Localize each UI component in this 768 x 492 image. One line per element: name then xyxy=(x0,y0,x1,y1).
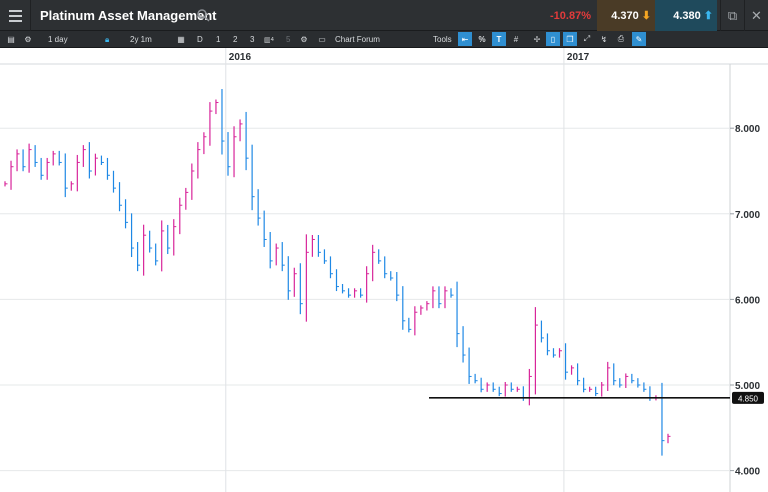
title-bar: Platinum Asset Management -10.87% 4.370 ⬇… xyxy=(0,0,768,31)
candle-tool-icon[interactable]: ▯ xyxy=(546,32,560,46)
change-percent: -10.87% xyxy=(550,9,591,22)
y-tick-label: 5.000 xyxy=(735,381,760,392)
tools-label: Tools xyxy=(433,35,452,44)
period-3-button[interactable]: 3 xyxy=(250,31,254,48)
y-tick-label: 6.000 xyxy=(735,295,760,306)
close-icon[interactable]: ✕ xyxy=(744,0,768,31)
search-icon[interactable] xyxy=(196,8,210,22)
annotate-icon[interactable]: ↯ xyxy=(597,32,611,46)
chart-forum-button[interactable]: Chart Forum xyxy=(335,31,380,48)
period-1-button[interactable]: 1 xyxy=(216,31,220,48)
chart-toolbar: ▤ ⚙ 1 day 🔒︎ 2y 1m ▦ D 1 2 3 ▥ 4 5 ⚙ ▭ Ch… xyxy=(0,31,768,48)
expand-icon[interactable]: ⤢ xyxy=(580,32,594,46)
x-tick-label: 2016 xyxy=(229,52,252,63)
interval-select[interactable]: 1 day xyxy=(48,31,68,48)
chart-svg[interactable]: 4.000 5.000 6.000 7.000 8.000 2016 2017 4.850 xyxy=(0,48,768,492)
lock-icon[interactable]: 🔒︎ xyxy=(105,31,109,48)
share-icon[interactable]: ✎ xyxy=(632,32,646,46)
sell-price: 4.370 xyxy=(611,9,639,22)
grid-tool-icon[interactable]: # xyxy=(509,32,523,46)
period-d-button[interactable]: D xyxy=(197,31,203,48)
sidebar-toggle-icon[interactable]: ▤ xyxy=(4,32,18,46)
print-icon[interactable]: ⎙ xyxy=(614,32,628,46)
hamburger-icon[interactable] xyxy=(0,0,31,31)
period-5-button[interactable]: 5 xyxy=(286,31,290,48)
sell-button[interactable]: 4.370 ⬇ xyxy=(597,0,655,31)
period-2-button[interactable]: 2 xyxy=(233,31,237,48)
chat-icon[interactable]: ▭ xyxy=(315,32,329,46)
x-tick-label: 2017 xyxy=(567,52,590,63)
price-chart[interactable]: 4.000 5.000 6.000 7.000 8.000 2016 2017 4.850 xyxy=(0,48,768,492)
text-tool-icon[interactable]: T xyxy=(492,32,506,46)
buy-button[interactable]: 4.380 ⬆ xyxy=(655,0,717,31)
indicator-gear-icon[interactable]: ⚙ xyxy=(297,32,311,46)
tool-cursor-icon[interactable]: ⇤ xyxy=(458,32,472,46)
buy-arrow-icon: ⬆ xyxy=(703,10,713,22)
buy-price: 4.380 xyxy=(673,9,701,22)
settings-gear-icon[interactable]: ⚙ xyxy=(21,32,35,46)
crosshair-icon[interactable]: ✢ xyxy=(530,32,544,46)
period-4-label: 4 xyxy=(270,36,274,43)
level-label: 4.850 xyxy=(738,394,759,403)
y-tick-label: 8.000 xyxy=(735,124,760,135)
popout-icon[interactable]: ⧉ xyxy=(720,0,744,31)
range-select[interactable]: 2y 1m xyxy=(130,31,152,48)
percent-button[interactable]: % xyxy=(475,32,489,46)
y-tick-label: 7.000 xyxy=(735,210,760,221)
y-tick-label: 4.000 xyxy=(735,467,760,478)
instrument-title: Platinum Asset Management xyxy=(40,8,217,23)
period-4-button[interactable]: ▥ 4 xyxy=(264,31,274,48)
sell-arrow-icon: ⬇ xyxy=(641,10,651,22)
chart-background xyxy=(0,48,768,492)
layers-icon[interactable]: ❐ xyxy=(563,32,577,46)
calendar-icon[interactable]: ▦ xyxy=(174,32,188,46)
